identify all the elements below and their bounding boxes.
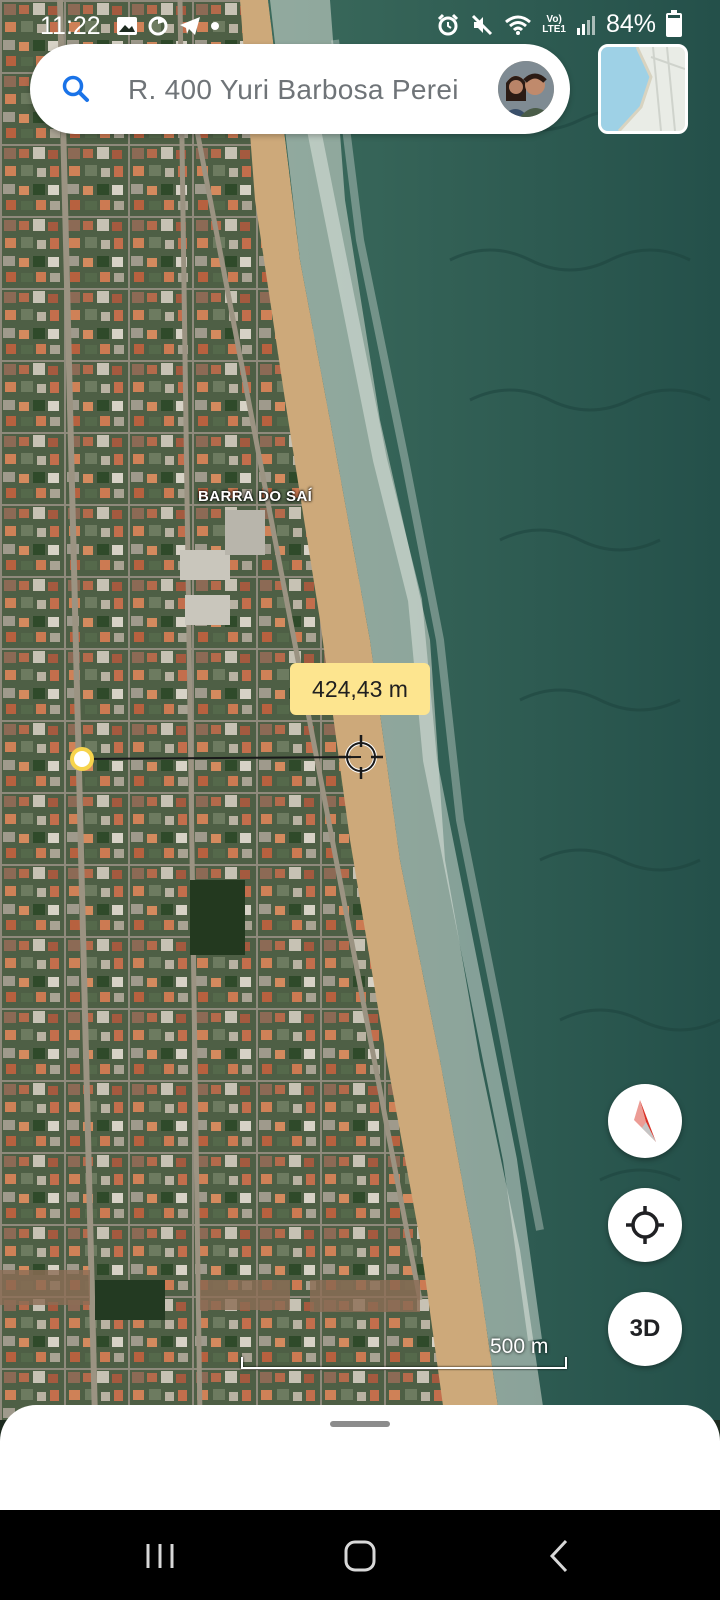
status-time: 11:22 [40,12,101,40]
layers-minimap [601,47,685,131]
my-location-icon [626,1206,664,1244]
recents-icon[interactable] [140,1536,180,1576]
search-query-text[interactable]: R. 400 Yuri Barbosa Perei [128,72,503,108]
measure-crosshair [339,735,383,779]
map-scale-label: 500 m [490,1335,549,1358]
map-scale-bar [241,1357,567,1369]
mute-icon [472,14,493,35]
sheet-drag-handle[interactable] [330,1421,390,1427]
home-icon[interactable] [340,1536,380,1576]
back-icon[interactable] [540,1536,580,1576]
my-location-button[interactable] [608,1188,682,1262]
search-bar[interactable]: R. 400 Yuri Barbosa Perei [30,44,570,134]
map-layers-thumbnail[interactable] [598,44,688,134]
telegram-icon [180,17,200,35]
compass-icon [634,1100,656,1142]
place-label[interactable]: BARRA DO SAÍ [198,488,312,505]
search-icon[interactable] [60,73,92,105]
sync-icon [148,16,168,36]
bottom-sheet[interactable] [0,1405,720,1510]
profile-avatar[interactable] [498,61,554,117]
battery-icon [666,9,682,37]
signal-icon [576,15,595,35]
battery-percent: 84% [605,10,656,38]
measure-start-point[interactable] [70,747,94,771]
dot-icon [211,22,219,30]
status-system-icons: Vo) LTE1 84% [436,9,682,39]
network-label: Vo) LTE1 [542,13,566,35]
status-notification-icons [116,14,220,38]
alarm-icon [438,13,459,35]
gallery-icon [117,17,137,35]
system-navigation-bar [0,1510,720,1600]
3d-toggle-button[interactable]: 3D [608,1292,682,1366]
wifi-icon [505,15,532,35]
battery-fill [668,17,680,35]
avatar-photo [498,61,554,117]
distance-measurement-tag: 424,43 m [290,663,430,715]
compass-button[interactable] [608,1084,682,1158]
